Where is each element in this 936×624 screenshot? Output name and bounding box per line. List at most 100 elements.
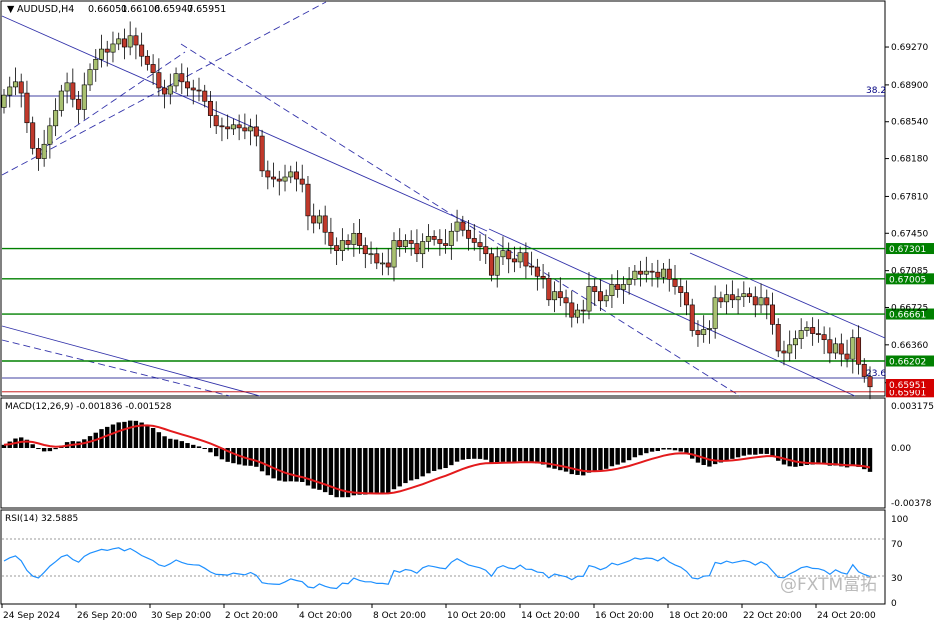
candle-body [339,240,345,251]
macd-bar [644,448,649,454]
candle-body [357,232,363,246]
candle-body [460,221,466,231]
macd-bar [793,448,798,467]
macd-bar [391,448,397,490]
macd-bar [173,439,179,448]
candle-body [41,143,47,159]
candle-body [603,295,609,302]
candle-body [30,122,36,149]
candle-body [741,293,747,298]
macd-bar [133,420,139,448]
candle-body [827,339,833,354]
candle-body [523,252,529,267]
time-tick-label: 4 Oct 20:00 [299,611,352,621]
candle-body [397,240,403,247]
macd-bar [449,448,454,466]
candle-body [196,89,202,92]
macd-bar [810,448,815,465]
candle-body [276,178,282,182]
price-tick-label: 0.68540 [891,118,928,128]
candle-body [483,246,489,255]
candle-body [672,279,678,287]
candle-body [121,38,127,48]
candle-body [517,252,523,263]
macd-tick-label: -0.00378 [891,499,932,509]
dropdown-arrow-icon[interactable]: ▼ [7,4,15,15]
time-tick-label: 14 Oct 20:00 [521,611,580,621]
candle-body [293,171,299,180]
macd-tick-label: 0.00 [891,444,911,454]
candle-body [24,92,30,124]
rsi-tick-label: 100 [891,515,908,525]
macd-axis: 0.003175 0.00 -0.00378 [891,402,934,509]
candle-body [156,72,162,89]
candle-body [678,286,684,293]
candle-body [98,48,104,60]
candle-body [202,90,208,102]
macd-bar [386,448,391,494]
macd-bar [368,448,374,494]
macd-bar [667,448,672,450]
candle-body [265,170,271,178]
candle-body [500,250,506,258]
macd-bar [758,448,764,454]
macd-title: MACD(12,26,9) -0.001836 -0.001528 [5,402,172,412]
candle-body [242,127,248,132]
macd-bar [586,448,592,473]
candle-body [689,304,695,331]
time-tick-label: 18 Oct 20:00 [669,611,728,621]
macd-bar [363,448,368,495]
candle-body [328,231,334,246]
price-axis: 0.69270 0.68900 0.68540 0.68180 0.67810 0.674… [885,43,928,389]
candle-body [764,297,770,306]
chart-title: AUDUSD,H4 [17,4,74,15]
macd-bar [615,448,620,465]
candle-body [511,258,517,263]
macd-bar [506,448,511,462]
macd-bar [753,448,758,455]
macd-bar [833,448,838,466]
candle-body [810,327,816,334]
level-label: 0.67301 [889,245,926,255]
candle-body [615,284,621,290]
time-tick-label: 24 Sep 2024 [3,611,60,621]
candle-body [683,292,689,306]
macd-bar [477,448,483,459]
candle-body [569,302,575,318]
macd-bar [632,448,638,458]
candle-body [592,286,598,292]
macd-bar [724,448,729,461]
candle-body [70,82,76,100]
macd-bar [638,448,643,456]
candle-body [334,245,340,251]
macd-bar [122,421,127,448]
macd-bar [856,448,861,467]
macd-bar [162,436,167,448]
macd-bar [592,448,597,471]
candle-body [236,124,242,129]
macd-tick-label: 0.003175 [891,402,934,412]
candle-body [385,262,391,268]
macd-bar [512,448,517,463]
macd-bar [741,448,747,456]
candle-body [752,296,758,306]
macd-bar [672,448,678,451]
price-tick-label: 0.67810 [891,192,928,202]
macd-bar [500,448,506,462]
candle-body [248,126,254,132]
candle-body [649,270,655,273]
macd-panel [0,397,886,509]
rsi-tick-label: 70 [891,540,903,550]
time-tick-label: 10 Oct 20:00 [447,611,506,621]
candle-body [609,284,615,297]
macd-bar [374,448,379,495]
candle-body [12,81,18,88]
macd-bar [380,448,385,494]
candle-body [867,376,873,388]
price-tick-label: 0.66360 [891,341,928,351]
candle-body [425,236,431,242]
candle-body [856,337,862,365]
macd-bar [598,448,603,471]
fib-38-label: 38.2 [866,86,886,96]
macd-bar [288,448,293,482]
